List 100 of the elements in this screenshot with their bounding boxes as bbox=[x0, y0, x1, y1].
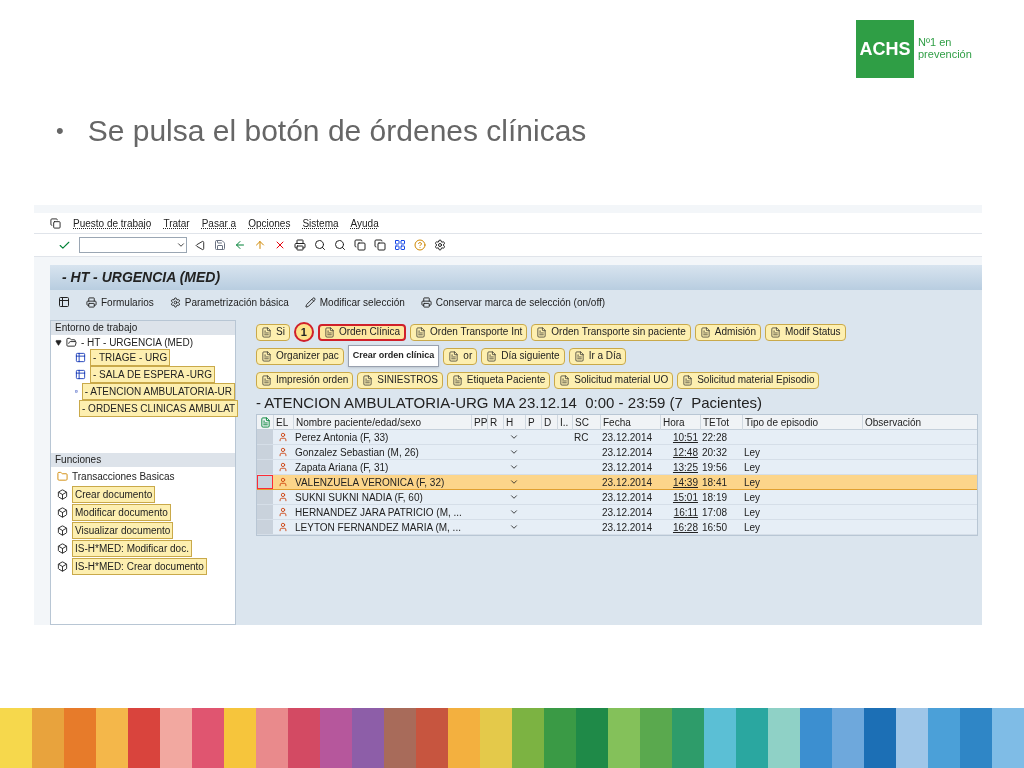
time-link[interactable]: 12:48 bbox=[660, 444, 700, 460]
tree-item[interactable]: - TRIAGE - URG bbox=[90, 349, 171, 366]
toolbar-button[interactable]: Modificar selección bbox=[304, 294, 405, 310]
cube-icon bbox=[57, 524, 68, 536]
menu-item[interactable]: Pasar a bbox=[201, 215, 237, 231]
table-cell-text: 23.12.2014 bbox=[601, 490, 654, 505]
column-header[interactable]: Observación bbox=[862, 414, 977, 430]
row-selector[interactable] bbox=[257, 475, 273, 489]
page-icon[interactable] bbox=[374, 239, 386, 251]
table-cell-text: 16:50 bbox=[701, 520, 729, 535]
column-header[interactable]: SC bbox=[572, 414, 600, 430]
tree-item[interactable]: Visualizar documento bbox=[72, 521, 174, 539]
toolbar-button[interactable]: Si bbox=[256, 323, 290, 341]
time-link[interactable]: 15:01 bbox=[660, 489, 700, 505]
toolbar-button[interactable]: Impresión orden bbox=[256, 371, 354, 389]
toolbar-button[interactable]: Día siguiente bbox=[481, 347, 565, 365]
cancel-icon[interactable] bbox=[274, 239, 286, 251]
dropdown-icon[interactable] bbox=[176, 240, 186, 250]
tree-item[interactable]: - ORDENES CLINICAS AMBULAT bbox=[79, 400, 239, 417]
table-cell-text: 23.12.2014 bbox=[601, 460, 654, 475]
expand-arrow-icon[interactable] bbox=[55, 338, 62, 346]
table-row[interactable]: LEYTON FERNANDEZ MARIA (M, ... 23.12.2014 16:28 16:50 Ley bbox=[257, 520, 977, 535]
settings-icon[interactable] bbox=[434, 239, 446, 251]
table-cell-text: 18:41 bbox=[701, 475, 729, 490]
tree-item[interactable]: - ATENCION AMBULATORIA-UR bbox=[81, 383, 235, 400]
toolbar-button[interactable]: or bbox=[443, 347, 478, 365]
time-link[interactable]: 13:25 bbox=[660, 459, 700, 475]
menu-item[interactable]: Opciones bbox=[248, 215, 291, 231]
menu-item[interactable]: Tratar bbox=[163, 215, 190, 231]
tree-item[interactable]: - HT - URGENCIA (MED) bbox=[81, 334, 194, 350]
table-row[interactable]: Gonzalez Sebastian (M, 26) 23.12.2014 12:48 20:32 Ley bbox=[257, 445, 977, 460]
menu-item[interactable]: Puesto de trabajo bbox=[73, 215, 152, 231]
table-cell-text: 19:56 bbox=[701, 460, 729, 475]
bullet-marker: • bbox=[56, 116, 64, 145]
document-icon bbox=[486, 350, 498, 362]
column-header[interactable]: TETot bbox=[700, 414, 742, 430]
print-icon[interactable] bbox=[294, 239, 306, 251]
table-cell-text: LEYTON FERNANDEZ MARIA (M, ... bbox=[294, 520, 462, 535]
document-icon bbox=[536, 326, 548, 338]
command-field[interactable] bbox=[79, 237, 187, 253]
column-header[interactable]: D bbox=[541, 414, 557, 430]
toolbar-button[interactable]: Solicitud material UO bbox=[554, 371, 674, 389]
toolbar-button[interactable]: Conservar marca de selección (on/off) bbox=[420, 294, 606, 310]
toolbar-button[interactable]: Admisión bbox=[694, 323, 761, 341]
column-header[interactable]: Tipo de episodio bbox=[742, 414, 862, 430]
table-row[interactable]: HERNANDEZ JARA PATRICIO (M, ... 23.12.2014 16:11 17:08 Ley bbox=[257, 505, 977, 520]
toolbar-button[interactable]: Ir a Día bbox=[568, 347, 627, 365]
tree-item[interactable]: Transacciones Basicas bbox=[72, 468, 175, 484]
table-cell-text: VALENZUELA VERONICA (F, 32) bbox=[294, 475, 446, 490]
column-header[interactable]: P bbox=[525, 414, 541, 430]
toolbar-button[interactable]: Solicitud material Episodio bbox=[677, 371, 820, 389]
column-header[interactable]: PP bbox=[471, 414, 487, 430]
toolbar-button[interactable]: Orden Transporte sin paciente bbox=[531, 323, 691, 341]
list-title: - ATENCION AMBULATORIA-URG MA 23.12.14 0:00 - 23:59 (7 Pacientes) bbox=[256, 393, 764, 413]
toolbar-button[interactable]: Organizer pac bbox=[256, 347, 344, 365]
table-cell-text: HERNANDEZ JARA PATRICIO (M, ... bbox=[294, 505, 463, 520]
table-row[interactable]: Perez Antonia (F, 33) RC 23.12.2014 10:51 22:28 bbox=[257, 430, 977, 445]
tree-item[interactable]: Modificar documento bbox=[72, 503, 171, 521]
table-cell-text: 23.12.2014 bbox=[601, 475, 654, 490]
column-header[interactable]: EL bbox=[273, 414, 293, 430]
toolbar-button[interactable]: Parametrización básica bbox=[169, 294, 289, 310]
document-icon bbox=[699, 326, 711, 338]
column-header[interactable]: Hora bbox=[660, 414, 700, 430]
tree-item[interactable]: - SALA DE ESPERA -URG bbox=[90, 366, 215, 383]
slide-heading: Se pulsa el botón de órdenes clínicas bbox=[87, 112, 587, 149]
search-icon[interactable] bbox=[334, 239, 346, 251]
table-row[interactable]: SUKNI SUKNI NADIA (F, 60) 23.12.2014 15:01 18:19 Ley bbox=[257, 490, 977, 505]
toolbar-button[interactable]: Modif Status bbox=[765, 323, 846, 341]
table-row[interactable]: VALENZUELA VERONICA (F, 32) 23.12.2014 14:39 18:41 Ley bbox=[257, 475, 977, 490]
time-link[interactable]: 16:11 bbox=[660, 504, 700, 520]
time-link[interactable]: 16:28 bbox=[660, 519, 700, 535]
column-header[interactable]: H bbox=[503, 414, 525, 430]
toolbar-button[interactable]: Etiqueta Paciente bbox=[446, 371, 551, 389]
table-cell-text: Gonzalez Sebastian (M, 26) bbox=[294, 445, 420, 460]
patient-icon bbox=[278, 477, 288, 487]
menu-item[interactable]: Sistema bbox=[302, 215, 339, 231]
document-icon bbox=[261, 326, 272, 338]
toolbar-button[interactable]: SINIESTROS bbox=[357, 371, 443, 389]
time-link[interactable]: 10:51 bbox=[660, 429, 700, 445]
toolbar-button[interactable]: Orden Clínica bbox=[317, 323, 407, 341]
table-cell-text: SUKNI SUKNI NADIA (F, 60) bbox=[294, 490, 424, 505]
column-header[interactable]: I.. bbox=[557, 414, 572, 430]
table-cell-text: Perez Antonia (F, 33) bbox=[294, 430, 390, 445]
back-icon[interactable] bbox=[195, 239, 206, 251]
save-icon[interactable] bbox=[214, 239, 226, 251]
column-header[interactable]: R bbox=[487, 414, 503, 430]
search-icon[interactable] bbox=[314, 239, 326, 251]
toolbar-button[interactable]: Orden Transporte Int bbox=[410, 323, 528, 341]
cube-icon bbox=[57, 506, 68, 518]
column-header[interactable]: Nombre paciente/edad/sexo bbox=[293, 414, 471, 430]
page-icon[interactable] bbox=[354, 239, 366, 251]
column-header[interactable]: Fecha bbox=[600, 414, 660, 430]
patient-icon bbox=[278, 432, 288, 442]
tree-item[interactable]: IS-H*MED: Crear documento bbox=[72, 557, 207, 575]
tree-item[interactable]: IS-H*MED: Modificar doc. bbox=[72, 539, 192, 557]
toolbar-button[interactable]: Formularios bbox=[86, 294, 154, 310]
print-icon bbox=[420, 296, 432, 308]
time-link[interactable]: 14:39 bbox=[660, 474, 700, 490]
menu-item[interactable]: Ayuda bbox=[350, 215, 379, 231]
tree-item[interactable]: Crear documento bbox=[72, 485, 156, 503]
